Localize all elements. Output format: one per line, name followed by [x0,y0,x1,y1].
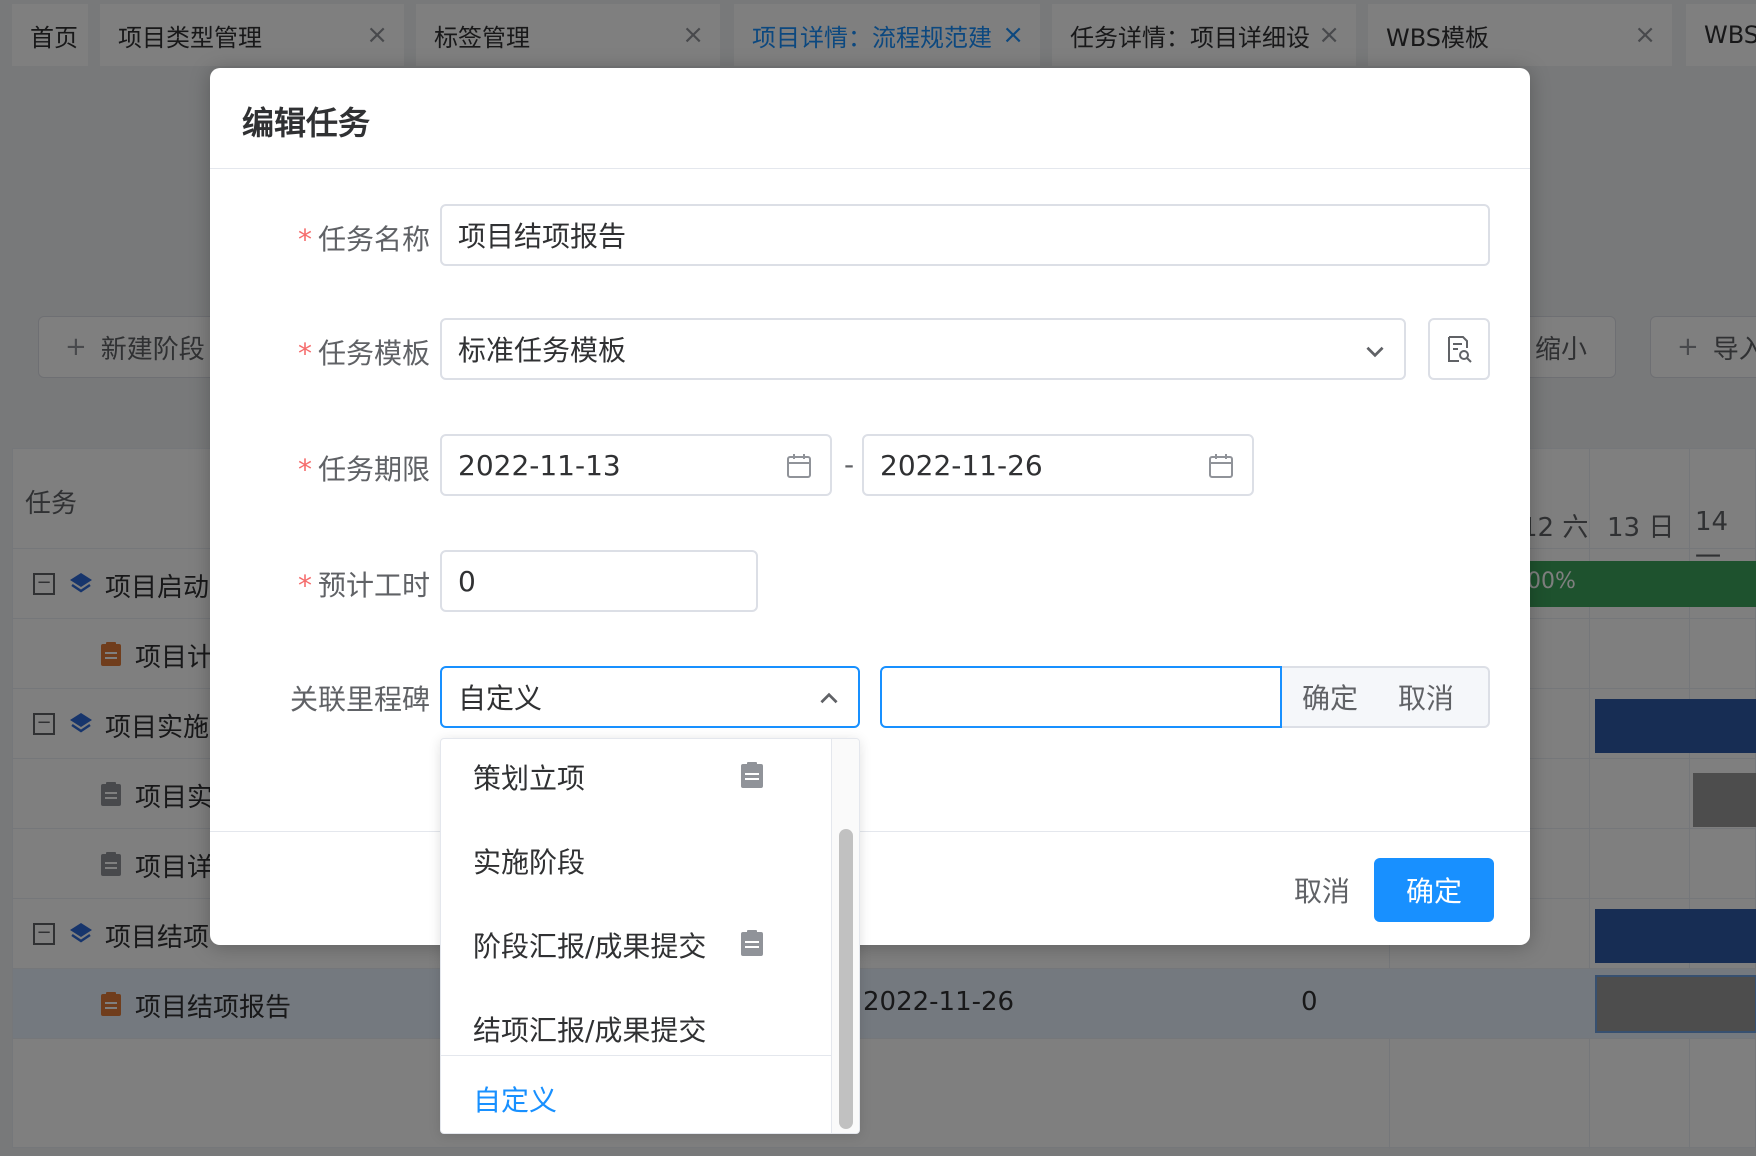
task-template-select[interactable]: 标准任务模板 [440,318,1406,380]
estimated-hours-label: * 预计工时 [297,569,430,602]
chevron-down-icon [1366,346,1384,358]
milestone-dropdown: 策划立项 实施阶段 阶段汇报/成果提交 结项汇报/成果提交 自定义 [440,738,860,1134]
task-name-label: * 任务名称 [297,223,430,256]
dropdown-option[interactable]: 阶段汇报/成果提交 [441,907,831,983]
divider [210,168,1530,169]
milestone-label: 关联里程碑 [289,683,430,716]
confirm-button[interactable]: 确定 [1374,858,1494,922]
clipboard-icon [741,930,763,956]
custom-milestone-actions: 确定 取消 [1282,666,1490,728]
required-mark: * [297,337,312,370]
task-name-input[interactable]: 项目结项报告 [440,204,1490,266]
milestone-select[interactable]: 自定义 [440,666,860,728]
task-period-label: * 任务期限 [297,453,430,486]
cancel-custom-button[interactable]: 取消 [1378,677,1474,717]
task-template-label: * 任务模板 [297,337,430,370]
edit-task-dialog: 编辑任务 * 任务名称 项目结项报告 * 任务模板 标准任务模板 * 任务期限 202… [210,68,1530,945]
end-date-input[interactable]: 2022-11-26 [862,434,1254,496]
dropdown-option[interactable]: 策划立项 [441,739,831,815]
start-date-input[interactable]: 2022-11-13 [440,434,832,496]
dropdown-option[interactable]: 实施阶段 [441,823,831,899]
divider [210,831,1530,832]
dropdown-option-selected[interactable]: 自定义 [441,1061,831,1133]
required-mark: * [297,569,312,602]
date-separator: - [844,448,855,481]
document-search-icon [1448,336,1472,363]
clipboard-icon [741,762,763,788]
scrollbar-thumb[interactable] [839,829,853,1129]
cancel-button[interactable]: 取消 [1262,858,1382,922]
calendar-icon [1209,454,1233,478]
template-preview-button[interactable] [1428,318,1490,380]
dialog-title: 编辑任务 [242,104,371,142]
confirm-custom-button[interactable]: 确定 [1282,677,1378,717]
chevron-up-icon [820,692,838,704]
estimated-hours-input[interactable]: 0 [440,550,758,612]
divider [441,1055,831,1056]
custom-milestone-input[interactable] [880,666,1282,728]
required-mark: * [297,223,312,256]
calendar-icon [787,454,811,478]
required-mark: * [297,453,312,486]
